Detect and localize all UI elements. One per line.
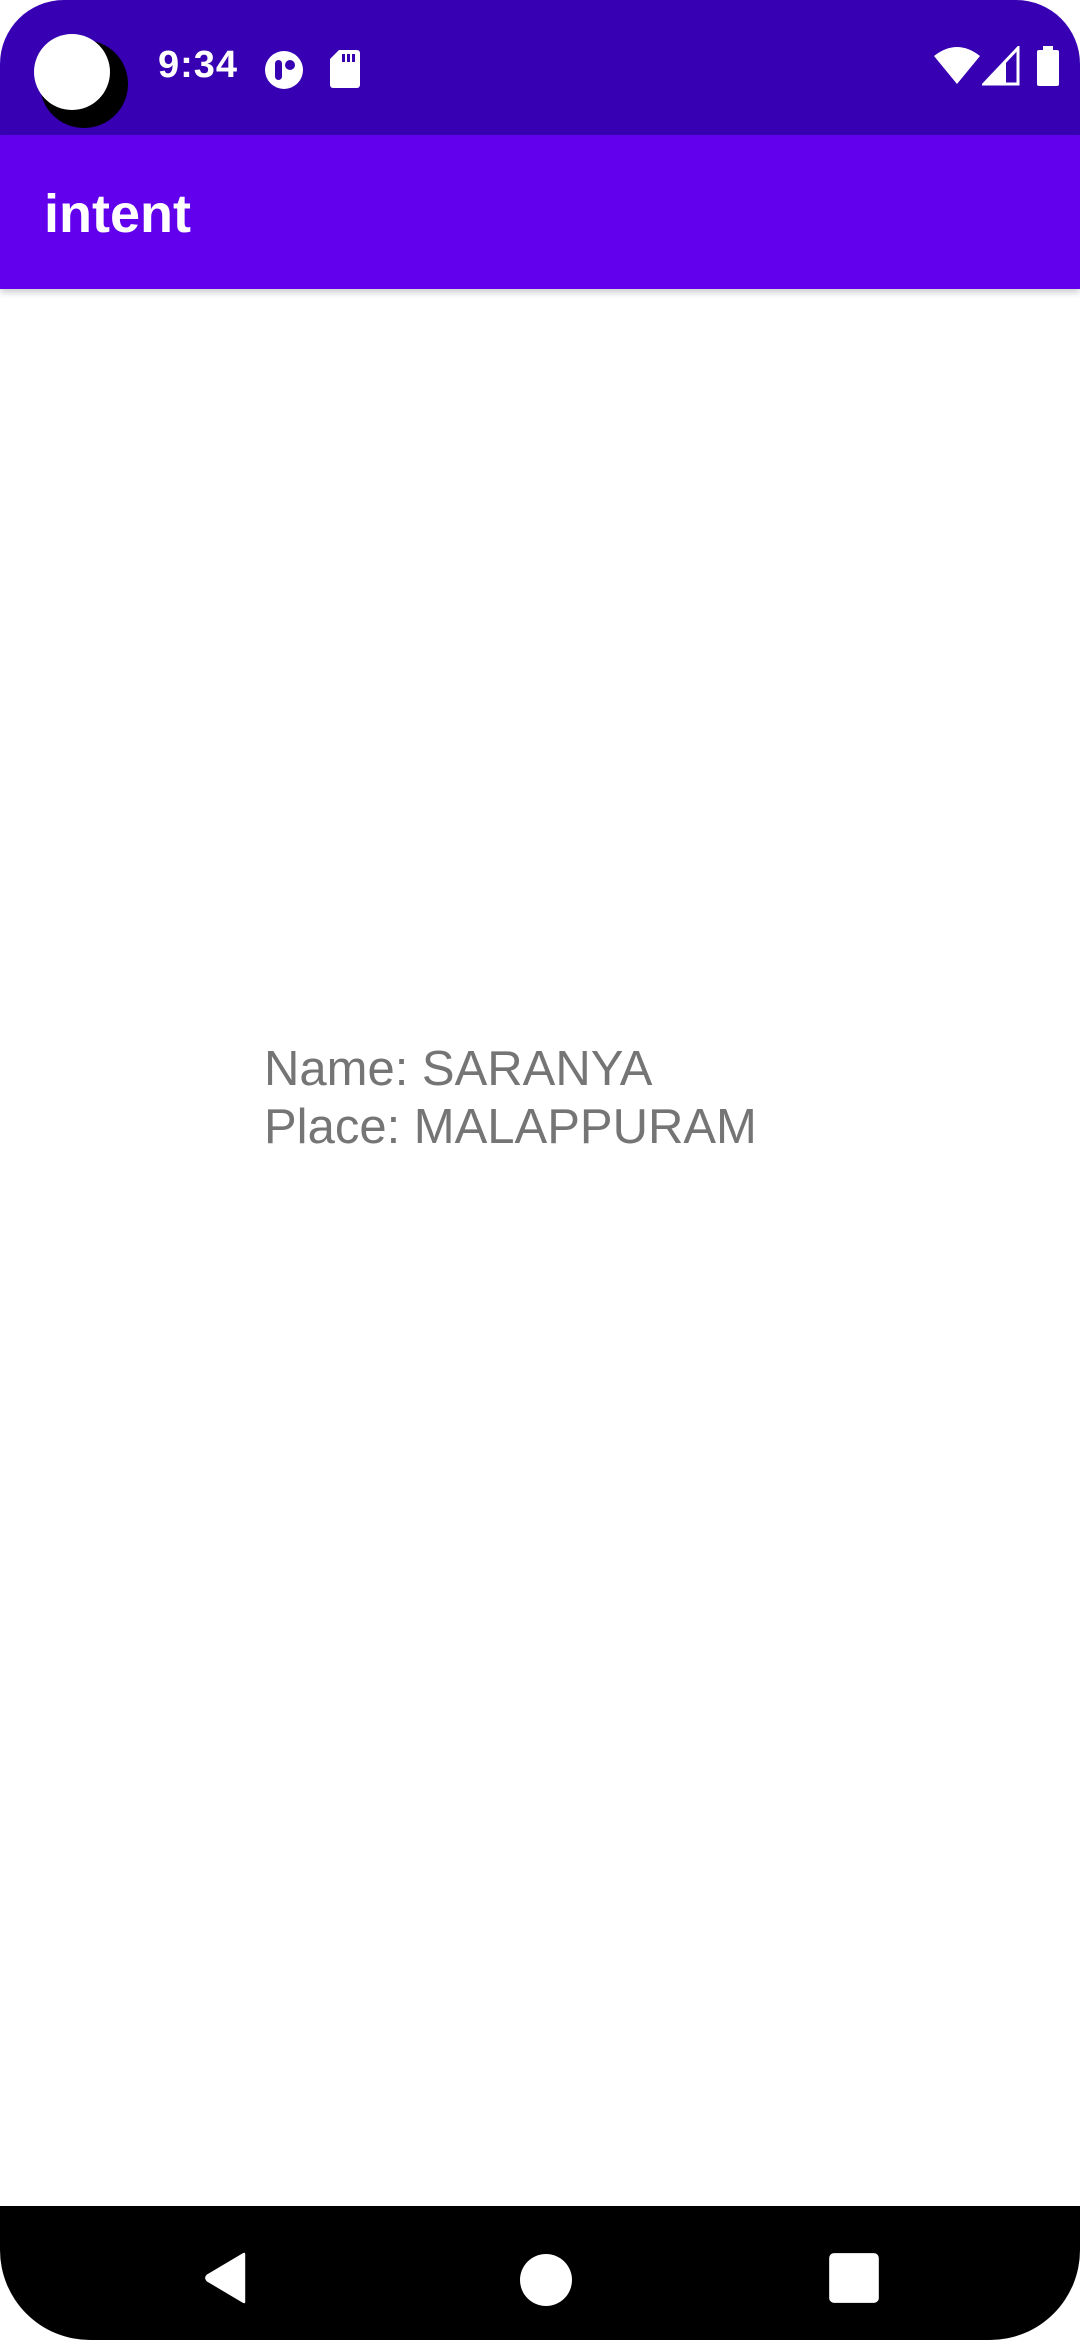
cellular-signal-icon	[982, 46, 1020, 86]
recents-icon[interactable]	[828, 2252, 880, 2304]
app-title: intent	[44, 184, 191, 244]
place-text: Place: MALAPPURAM	[264, 1100, 757, 1154]
status-bar: 9:34	[0, 0, 1080, 135]
status-time: 9:34	[158, 44, 239, 86]
navigation-bar	[0, 2206, 1080, 2340]
intent-info-text: Name: SARANYA Place: MALAPPURAM	[264, 1040, 757, 1156]
battery-icon	[1037, 46, 1059, 86]
back-icon[interactable]	[200, 2252, 252, 2304]
camera-cutout	[34, 34, 128, 128]
notification-app-icon	[265, 51, 303, 89]
home-icon[interactable]	[520, 2254, 572, 2306]
sd-card-icon	[330, 50, 360, 88]
wifi-icon	[934, 47, 980, 84]
app-screen: 9:34 intent Name: SARANYA Place: MALAPPU…	[0, 0, 1080, 2340]
name-text: Name: SARANYA	[264, 1042, 653, 1096]
app-bar: intent	[0, 135, 1080, 289]
